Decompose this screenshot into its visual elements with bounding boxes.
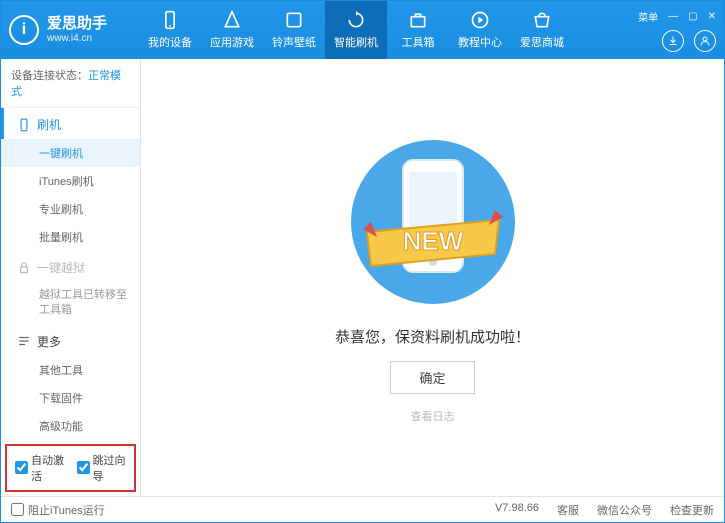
section-flash[interactable]: 刷机 <box>1 108 140 139</box>
nav-label: 铃声壁纸 <box>272 34 316 50</box>
menu-button[interactable]: 菜单 <box>638 9 658 24</box>
nav-smart-flash[interactable]: 智能刷机 <box>325 1 387 59</box>
nav-toolbox[interactable]: 工具箱 <box>387 1 449 59</box>
view-log-link[interactable]: 查看日志 <box>411 408 455 424</box>
logo-icon: i <box>9 15 39 45</box>
nav-tutorial[interactable]: 教程中心 <box>449 1 511 59</box>
sidebar-item-download-firmware[interactable]: 下载固件 <box>1 384 140 412</box>
apps-icon <box>222 10 242 30</box>
block-itunes-checkbox[interactable]: 阻止iTunes运行 <box>11 502 105 518</box>
section-label: 一键越狱 <box>37 259 85 276</box>
auto-activate-checkbox[interactable]: 自动激活 <box>15 452 65 484</box>
connection-status: 设备连接状态：正常模式 <box>1 59 140 108</box>
jailbreak-note: 越狱工具已转移至工具箱 <box>1 282 140 325</box>
app-window: i 爱思助手 www.i4.cn 我的设备 应用游戏 铃声壁纸 智能刷机 <box>0 0 725 523</box>
customer-service-link[interactable]: 客服 <box>557 502 579 518</box>
success-illustration: NEW <box>333 132 533 312</box>
sidebar-item-batch-flash[interactable]: 批量刷机 <box>1 223 140 251</box>
phone-icon <box>160 10 180 30</box>
nav-label: 工具箱 <box>402 34 435 50</box>
wallpaper-icon <box>284 10 304 30</box>
brand-area: i 爱思助手 www.i4.cn <box>9 15 139 45</box>
sidebar-item-pro-flash[interactable]: 专业刷机 <box>1 195 140 223</box>
nav-my-device[interactable]: 我的设备 <box>139 1 201 59</box>
sidebar-item-oneclick-flash[interactable]: 一键刷机 <box>1 139 140 167</box>
section-label: 刷机 <box>37 116 61 133</box>
store-icon <box>532 10 552 30</box>
status-label: 设备连接状态： <box>11 70 88 82</box>
phone-icon <box>17 118 31 132</box>
footer: 阻止iTunes运行 V7.98.66 客服 微信公众号 检查更新 <box>1 496 724 522</box>
app-title: 爱思助手 <box>47 16 107 33</box>
nav-store[interactable]: 爱思商城 <box>511 1 573 59</box>
content-area: 设备连接状态：正常模式 刷机 一键刷机 iTunes刷机 专业刷机 批量刷机 一… <box>1 59 724 496</box>
nav-label: 教程中心 <box>458 34 502 50</box>
success-message: 恭喜您，保资料刷机成功啦！ <box>335 326 530 347</box>
minimize-button[interactable]: — <box>668 11 678 22</box>
options-highlight: 自动激活 跳过向导 <box>5 444 136 492</box>
download-button[interactable] <box>662 30 684 52</box>
nav-label: 智能刷机 <box>334 34 378 50</box>
main-panel: NEW 恭喜您，保资料刷机成功啦！ 确定 查看日志 <box>141 59 724 496</box>
close-button[interactable]: ✕ <box>708 11 716 22</box>
titlebar: i 爱思助手 www.i4.cn 我的设备 应用游戏 铃声壁纸 智能刷机 <box>1 1 724 59</box>
top-nav: 我的设备 应用游戏 铃声壁纸 智能刷机 工具箱 教程中心 <box>139 1 626 59</box>
new-banner-text: NEW <box>402 226 463 256</box>
toolbox-icon <box>408 10 428 30</box>
nav-label: 应用游戏 <box>210 34 254 50</box>
sidebar: 设备连接状态：正常模式 刷机 一键刷机 iTunes刷机 专业刷机 批量刷机 一… <box>1 59 141 496</box>
user-button[interactable] <box>694 30 716 52</box>
refresh-icon <box>346 10 366 30</box>
play-icon <box>470 10 490 30</box>
sidebar-item-other-tools[interactable]: 其他工具 <box>1 356 140 384</box>
maximize-button[interactable]: ▢ <box>688 11 697 22</box>
section-more[interactable]: 更多 <box>1 325 140 356</box>
sidebar-item-advanced[interactable]: 高级功能 <box>1 412 140 440</box>
lock-icon <box>17 261 31 275</box>
sidebar-item-itunes-flash[interactable]: iTunes刷机 <box>1 167 140 195</box>
nav-apps-games[interactable]: 应用游戏 <box>201 1 263 59</box>
nav-ringtone-wallpaper[interactable]: 铃声壁纸 <box>263 1 325 59</box>
success-panel: NEW 恭喜您，保资料刷机成功啦！ 确定 查看日志 <box>141 59 724 496</box>
list-icon <box>17 334 31 348</box>
version-label: V7.98.66 <box>495 502 539 518</box>
section-label: 更多 <box>37 333 61 350</box>
app-url: www.i4.cn <box>47 33 107 44</box>
section-jailbreak[interactable]: 一键越狱 <box>1 251 140 282</box>
nav-label: 我的设备 <box>148 34 192 50</box>
wechat-link[interactable]: 微信公众号 <box>597 502 652 518</box>
check-update-link[interactable]: 检查更新 <box>670 502 714 518</box>
window-controls: 菜单 — ▢ ✕ <box>626 9 716 52</box>
confirm-button[interactable]: 确定 <box>390 361 474 394</box>
nav-label: 爱思商城 <box>520 34 564 50</box>
skip-guide-checkbox[interactable]: 跳过向导 <box>77 452 127 484</box>
